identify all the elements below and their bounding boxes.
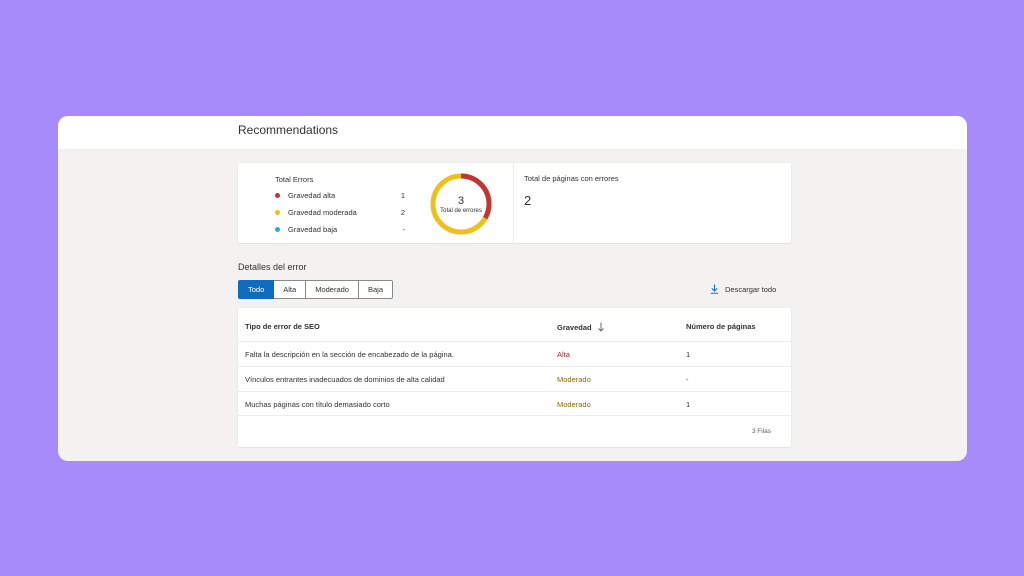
table-row[interactable]: Falta la descripción en la sección de en… [238, 341, 791, 366]
legend-label: Gravedad alta [288, 190, 336, 200]
error-type-cell: Muchas páginas con título demasiado cort… [245, 400, 390, 409]
legend-label: Gravedad baja [288, 224, 338, 234]
error-details-title: Detalles del error [238, 262, 307, 272]
tab-all[interactable]: Todo [238, 280, 275, 299]
pages-with-errors-value: 2 [524, 193, 532, 208]
legend-value: 1 [400, 190, 405, 200]
moderate-severity-dot-icon [275, 209, 280, 215]
pages-with-errors-title: Total de páginas con errores [524, 174, 619, 183]
header-bar: Recommendations [58, 116, 967, 149]
tab-low[interactable]: Baja [358, 280, 393, 299]
page-count-cell: 1 [686, 350, 691, 359]
table-row[interactable]: Muchas páginas con título demasiado cort… [238, 391, 791, 416]
total-errors-title: Total Errors [275, 175, 314, 184]
legend-item-high: Gravedad alta 1 [275, 190, 405, 200]
sort-descending-icon [597, 322, 604, 332]
tab-moderate[interactable]: Moderado [306, 280, 359, 299]
donut-center: 3 Total de errores [429, 172, 493, 236]
column-header-severity-label: Gravedad [557, 322, 592, 332]
table-row[interactable]: Vínculos entrantes inadecuados de domini… [238, 366, 791, 391]
high-severity-dot-icon [275, 192, 280, 198]
column-header-page-count[interactable]: Número de páginas [686, 322, 756, 331]
low-severity-dot-icon [275, 226, 280, 232]
download-all-label: Descargar todo [725, 284, 777, 294]
tab-high[interactable]: Alta [274, 280, 307, 299]
page-count-cell: 1 [686, 400, 691, 409]
error-type-cell: Vínculos entrantes inadecuados de domini… [245, 375, 445, 384]
donut-total-value: 3 [457, 194, 465, 207]
download-icon [710, 284, 719, 294]
severity-cell: Alta [557, 350, 570, 359]
error-details-table: Tipo de error de SEO Gravedad Número de … [238, 308, 791, 447]
donut-total-label: Total de errores [440, 207, 482, 214]
app-window: Recommendations Total Errors Gravedad al… [58, 116, 967, 461]
legend-value: 2 [400, 207, 405, 217]
page-count-cell: - [686, 375, 689, 384]
legend-item-moderate: Gravedad moderada 2 [275, 207, 405, 217]
row-count: 3 Filas [751, 428, 771, 435]
summary-card: Total Errors Gravedad alta 1 Gravedad mo… [238, 163, 791, 243]
column-header-error-type[interactable]: Tipo de error de SEO [245, 322, 320, 331]
severity-cell: Moderado [557, 375, 591, 384]
page-title: Recommendations [238, 123, 339, 137]
legend-item-low: Gravedad baja - [275, 224, 405, 234]
severity-cell: Moderado [557, 400, 591, 409]
total-errors-pane: Total Errors Gravedad alta 1 Gravedad mo… [238, 163, 514, 243]
legend-label: Gravedad moderada [288, 207, 357, 217]
legend-value: - [402, 224, 406, 234]
column-header-severity[interactable]: Gravedad [557, 322, 605, 332]
download-all-button[interactable]: Descargar todo [710, 284, 776, 294]
error-type-cell: Falta la descripción en la sección de en… [245, 350, 454, 359]
severity-filter-tabs: Todo Alta Moderado Baja [238, 280, 393, 299]
